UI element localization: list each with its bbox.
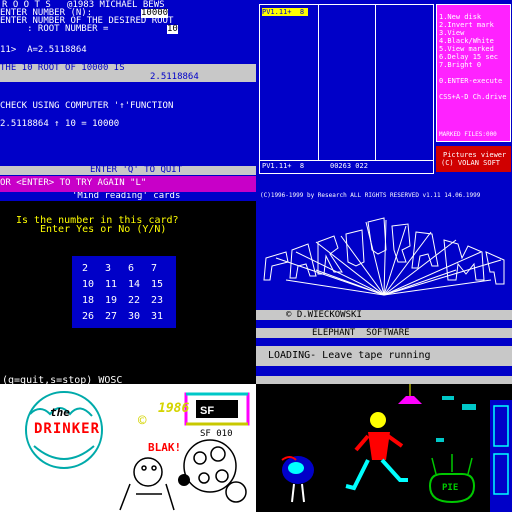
card-number: 22 — [128, 295, 141, 306]
drinker-logo-title: DRINKER — [34, 421, 101, 437]
quit-instruction: ENTER 'Q' TO QUIT — [90, 165, 183, 175]
drinker-blurb: BLAK! — [148, 441, 182, 454]
card-number: 10 — [82, 279, 95, 290]
again-band: OR <ENTER> TO TRY AGAIN "L" — [0, 176, 256, 192]
mind-prompt: Enter Yes or No (Y/N) — [40, 224, 167, 235]
bottle-cap — [178, 474, 190, 486]
check-line: CHECK USING COMPUTER '↑'FUNCTION — [0, 101, 174, 111]
card-number: 14 — [128, 279, 141, 290]
result-line: 11> A=2.5118864 — [0, 45, 87, 55]
result-band-line1: THE 10 ROOT OF 10000 IS — [0, 63, 125, 73]
viewer-copyright: (C) VOLAN SOFT — [441, 159, 501, 167]
viewer-menu-item[interactable]: 5.View marked — [439, 45, 494, 53]
viewer-footer-left: PV1.11+ 8 — [262, 162, 305, 170]
result-band: THE 10 ROOT OF 10000 IS 2.5118864 — [0, 64, 256, 82]
roots-screen: R O O T S @1983 MICHAEL BEWS ENTER NUMBE… — [0, 0, 256, 192]
card-number: 15 — [151, 279, 164, 290]
svg-text:SF: SF — [200, 405, 214, 417]
again-instruction: OR <ENTER> TO TRY AGAIN "L" — [0, 178, 147, 188]
bubbles-graphic — [183, 439, 247, 503]
card-number: 2 — [82, 263, 89, 274]
drinker-character — [119, 457, 175, 511]
paragram-company: ELEPHANT SOFTWARE — [312, 328, 410, 338]
viewer-menu-item[interactable]: 6.Delay 15 sec — [439, 53, 498, 61]
author-band: © D.WIECKOWSKI — [256, 310, 512, 320]
viewer-menu-item[interactable]: CSS+A-D Ch.drive — [439, 93, 506, 101]
viewer-menu-item[interactable]: 2.Invert mark — [439, 21, 494, 29]
file-column-2[interactable] — [318, 5, 376, 160]
shelf-cups — [462, 404, 476, 410]
viewer-menu-panel: 1.New disk 2.Invert mark 3.View 4.Black/Whi… — [436, 4, 511, 142]
paragram-screen: (C)1996-1999 by Research ALL RIGHTS RESE… — [256, 192, 512, 384]
ceiling-lamp — [398, 396, 422, 404]
turkey-figure — [281, 456, 314, 503]
number-card: 2 3 6 7 10 11 14 15 18 19 22 23 26 27 30 31 — [72, 256, 176, 328]
drinker-code: SF 010 — [200, 429, 233, 439]
drinker-logo-the: the — [50, 406, 70, 419]
room-scene-screen: PIE — [256, 384, 512, 512]
check-result-line: 2.5118864 ↑ 10 = 10000 — [0, 119, 120, 129]
room-artwork — [281, 384, 512, 512]
loading-band: LOADING- Leave tape running — [256, 346, 512, 366]
mind-reading-screen: 'Mind reading' cards Is the number in th… — [0, 192, 256, 384]
card-number: 11 — [105, 279, 118, 290]
pie-sign: PIE — [442, 483, 459, 493]
file-list-divider — [260, 160, 433, 161]
root-number-input[interactable]: 10 — [167, 25, 178, 34]
stripe-blue-1 — [256, 320, 512, 328]
running-boy — [345, 412, 408, 491]
paragram-copyright: (C)1996-1999 by Research ALL RIGHTS RESE… — [260, 192, 481, 199]
card-number: 7 — [151, 263, 158, 274]
file-column-1[interactable] — [260, 5, 319, 160]
drinker-copyright-symbol: © — [138, 413, 147, 429]
viewer-menu-item[interactable]: 4.Black/White — [439, 37, 494, 45]
quit-band: ENTER 'Q' TO QUIT — [0, 166, 256, 175]
pictures-viewer-screen: PV1.11+ 8 PV1.11+ 8 00263 022 1.New disk… — [256, 0, 512, 192]
viewer-title-panel: Pictures viewer (C) VOLAN SOFT — [436, 146, 511, 172]
card-number: 26 — [82, 311, 95, 322]
loading-message: LOADING- Leave tape running — [268, 350, 431, 361]
card-number: 18 — [82, 295, 95, 306]
viewer-menu-item[interactable]: 0.ENTER-execute — [439, 77, 502, 85]
viewer-footer-right: 00263 022 — [330, 162, 368, 170]
mind-title-band: 'Mind reading' cards — [0, 192, 256, 201]
card-number: 19 — [105, 295, 118, 306]
stripe-blue-2 — [256, 338, 512, 346]
viewer-menu-item[interactable]: 1.New disk — [439, 13, 481, 21]
result-band-line2: 2.5118864 — [150, 72, 199, 82]
stripe-blue-3 — [256, 366, 512, 376]
company-band: ELEPHANT SOFTWARE — [256, 328, 512, 338]
bottom-band — [256, 376, 512, 384]
mind-status-line: (q=quit,s=stop) WOSC — [2, 375, 123, 385]
drinker-screen: SF the DRINKER © 1986 SF 010 BLAK! — [0, 384, 256, 512]
viewer-menu-item[interactable]: 7.Bright 0 — [439, 61, 481, 69]
viewer-menu-item[interactable]: 3.View — [439, 29, 464, 37]
card-number: 6 — [128, 263, 135, 274]
pie-vessel — [428, 454, 476, 504]
file-list-header[interactable]: PV1.11+ 8 — [262, 8, 309, 16]
card-number: 30 — [128, 311, 141, 322]
card-number: 27 — [105, 311, 118, 322]
paragram-logo-area: (C)1996-1999 by Research ALL RIGHTS RESE… — [256, 192, 512, 310]
card-number: 3 — [105, 263, 112, 274]
file-list-panel[interactable]: PV1.11+ 8 PV1.11+ 8 00263 022 — [259, 4, 434, 174]
mind-title: 'Mind reading' cards — [72, 192, 181, 201]
viewer-title: Pictures viewer — [443, 151, 507, 159]
root-number-label: : ROOT NUMBER = — [0, 24, 109, 34]
marked-files-count: MARKED FILES:000 — [439, 131, 497, 138]
paragram-logo — [263, 217, 505, 296]
card-number: 23 — [151, 295, 164, 306]
drinker-year: 1986 — [158, 401, 190, 416]
drinker-artwork: SF — [25, 391, 250, 511]
paragram-author: © D.WIECKOWSKI — [286, 310, 362, 320]
card-number: 31 — [151, 311, 164, 322]
